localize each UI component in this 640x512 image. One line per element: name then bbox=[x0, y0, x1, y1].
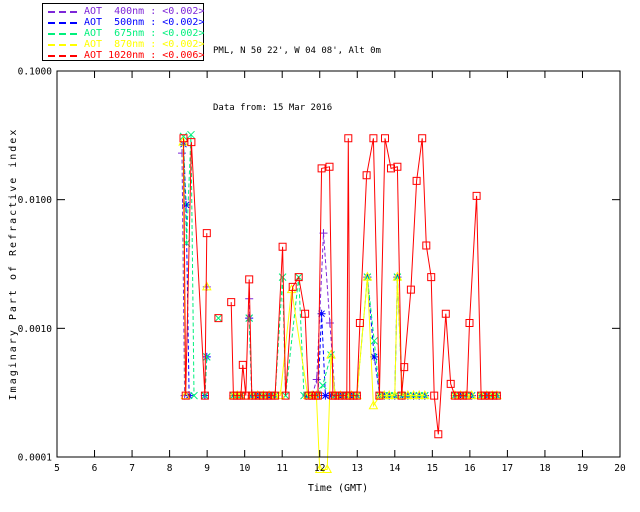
series-1020nm bbox=[179, 134, 501, 439]
x-tick-label: 13 bbox=[352, 463, 363, 474]
series-line bbox=[248, 318, 276, 397]
legend-item-400nm: AOT 400nm : <0.002> bbox=[48, 6, 205, 17]
x-tick-label: 10 bbox=[239, 463, 251, 474]
x-tick-label: 5 bbox=[54, 463, 60, 474]
x-tick-label: 17 bbox=[502, 463, 513, 474]
legend-item-1020nm: AOT 1020nm : <0.006> bbox=[48, 50, 205, 61]
x-tick-label: 15 bbox=[427, 463, 438, 474]
legend-item-label: AOT 1020nm : <0.006> bbox=[84, 50, 205, 61]
station-title: PML, N 50 22', W 04 08', Alt 0m bbox=[213, 46, 381, 56]
legend-dash-swatch bbox=[48, 21, 78, 24]
y-tick-label: 0.0010 bbox=[18, 324, 53, 335]
x-tick-label: 8 bbox=[167, 463, 173, 474]
legend-dash-swatch bbox=[48, 54, 78, 57]
x-tick-label: 16 bbox=[464, 463, 476, 474]
legend-item-500nm: AOT 500nm : <0.002> bbox=[48, 17, 205, 28]
series-400nm bbox=[178, 149, 501, 400]
series-line bbox=[248, 298, 276, 397]
series-line bbox=[251, 277, 425, 470]
legend-item-label: AOT 400nm : <0.002> bbox=[84, 6, 205, 17]
x-tick-label: 18 bbox=[539, 463, 551, 474]
series-line bbox=[306, 313, 347, 397]
plus-marker bbox=[178, 149, 186, 158]
x-tick-label: 11 bbox=[276, 463, 288, 474]
x-tick-label: 12 bbox=[314, 463, 325, 474]
legend-item-label: AOT 870nm : <0.002> bbox=[84, 39, 205, 50]
series-500nm bbox=[179, 140, 501, 400]
legend-item-675nm: AOT 675nm : <0.002> bbox=[48, 28, 205, 39]
legend-item-label: AOT 500nm : <0.002> bbox=[84, 17, 205, 28]
y-axis-label: Imaginary Part of Refractive index bbox=[8, 128, 19, 401]
header: PML, N 50 22', W 04 08', Alt 0m Data fro… bbox=[213, 4, 381, 156]
x-tick-label: 7 bbox=[129, 463, 135, 474]
legend-dash-swatch bbox=[48, 32, 78, 35]
x-tick-label: 19 bbox=[577, 463, 589, 474]
x-tick-label: 6 bbox=[92, 463, 98, 474]
x-tick-label: 14 bbox=[389, 463, 401, 474]
legend-item-label: AOT 675nm : <0.002> bbox=[84, 28, 205, 39]
plus-marker bbox=[325, 319, 334, 327]
x-axis-label: Time (GMT) bbox=[308, 483, 368, 494]
x-marker bbox=[214, 314, 223, 322]
series-line bbox=[230, 138, 497, 435]
legend-dash-swatch bbox=[48, 10, 78, 13]
y-tick-label: 0.0100 bbox=[18, 195, 53, 206]
series-line bbox=[306, 233, 347, 397]
plot-canvas: AOT 400nm : <0.002> AOT 500nm : <0.002> AO… bbox=[0, 0, 640, 512]
y-tick-label: 0.1000 bbox=[18, 67, 53, 78]
legend: AOT 400nm : <0.002> AOT 500nm : <0.002> AO… bbox=[42, 3, 204, 61]
series-675nm bbox=[179, 130, 501, 400]
data-date-label: Data from: 15 Mar 2016 bbox=[213, 103, 333, 113]
x-tick-label: 9 bbox=[204, 463, 210, 474]
legend-item-870nm: AOT 870nm : <0.002> bbox=[48, 39, 205, 50]
y-tick-label: 0.0001 bbox=[18, 453, 53, 464]
legend-dash-swatch bbox=[48, 43, 78, 46]
series-layer bbox=[178, 130, 502, 473]
x-tick-label: 20 bbox=[614, 463, 626, 474]
series-line bbox=[183, 138, 208, 396]
